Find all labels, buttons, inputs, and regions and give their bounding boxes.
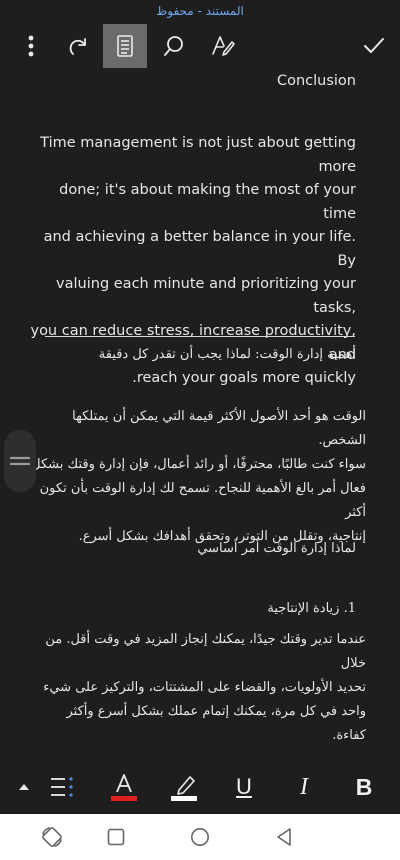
find-button[interactable] [154, 24, 194, 68]
bullets-button[interactable] [44, 760, 80, 814]
arabic-list-paragraph[interactable]: عندما تدير وقتك جيدًا، يمكنك إنجاز المزي… [30, 628, 366, 748]
italic-button[interactable]: I [284, 760, 324, 814]
pen-draw-icon [212, 36, 235, 56]
search-icon [164, 36, 183, 56]
document-status: المستند - محفوظ [156, 4, 244, 18]
highlighter-icon [171, 776, 197, 801]
text-line: الوقت هو أحد الأصول الأكثر قيمة التي يمك… [72, 409, 366, 448]
checkmark-icon [364, 38, 384, 53]
text-line: واحد في كل مرة، يمكنك إتمام عملك بشكل أس… [66, 704, 367, 743]
done-button[interactable] [356, 24, 392, 68]
draw-button[interactable] [203, 24, 243, 68]
italic-label: I [300, 773, 308, 800]
more-options-button[interactable] [14, 24, 48, 68]
text-line: فعال أمر بالغ الأهمية للنجاح. تسمح لك إد… [39, 481, 366, 520]
text-line: done; it's about making the most of your… [59, 182, 356, 222]
top-toolbar [0, 22, 400, 70]
redo-icon [69, 38, 86, 55]
back-button[interactable] [264, 814, 304, 860]
side-panel-handle[interactable] [4, 430, 36, 492]
formatting-toolbar: U I B [0, 760, 400, 814]
redo-button[interactable] [58, 24, 98, 68]
text-line: عندما تدير وقتك جيدًا، يمكنك إنجاز المزي… [45, 632, 366, 671]
text-line: and achieving a better balance in your l… [43, 229, 356, 269]
reading-view-button[interactable] [103, 24, 147, 68]
recents-square-icon [107, 828, 125, 846]
home-circle-icon [191, 828, 209, 846]
underline-label: U [236, 774, 252, 799]
arabic-subheading[interactable]: لماذا إدارة الوقت أمر أساسي [40, 537, 356, 561]
text-line: valuing each minute and prioritizing you… [56, 276, 356, 316]
document-canvas[interactable]: Conclusion Time management is not just a… [0, 70, 400, 760]
arabic-intro-paragraph[interactable]: الوقت هو أحد الأصول الأكثر قيمة التي يمك… [30, 405, 366, 549]
recent-apps-button[interactable] [96, 814, 136, 860]
expand-toolbar-button[interactable] [14, 760, 34, 814]
bold-label: B [355, 773, 373, 800]
home-button[interactable] [180, 814, 220, 860]
bold-button[interactable]: B [344, 760, 384, 814]
rotate-button[interactable] [32, 814, 72, 860]
underline-button[interactable]: U [224, 760, 264, 814]
drag-handle-icon [10, 456, 30, 466]
text-line: .reach your goals more quickly [132, 370, 356, 386]
back-triangle-icon [277, 828, 291, 846]
more-vertical-icon [28, 35, 34, 57]
text-line: Time management is not just about gettin… [40, 135, 356, 175]
conclusion-heading[interactable]: Conclusion [40, 70, 356, 94]
status-bar: المستند - محفوظ [0, 0, 400, 18]
font-color-button[interactable] [104, 760, 144, 814]
system-navigation-bar [0, 814, 400, 860]
screen-rotate-icon [42, 827, 62, 847]
horizontal-divider [45, 336, 355, 337]
arabic-title[interactable]: أهمية إدارة الوقت: لماذا يجب أن تقدر كل … [40, 343, 356, 367]
document-view-icon [117, 35, 133, 57]
text-line: سواء كنت طالبًا، محترفًا، أو رائد أعمال،… [31, 457, 366, 472]
text-line: تحديد الأولويات، والقضاء على المشتتات، و… [43, 680, 366, 695]
font-color-icon [111, 774, 137, 801]
list-item-productivity[interactable]: 1. زيادة الإنتاجية [40, 597, 356, 621]
caret-up-icon [19, 784, 29, 790]
bulleted-list-icon [51, 777, 73, 797]
highlight-button[interactable] [164, 760, 204, 814]
